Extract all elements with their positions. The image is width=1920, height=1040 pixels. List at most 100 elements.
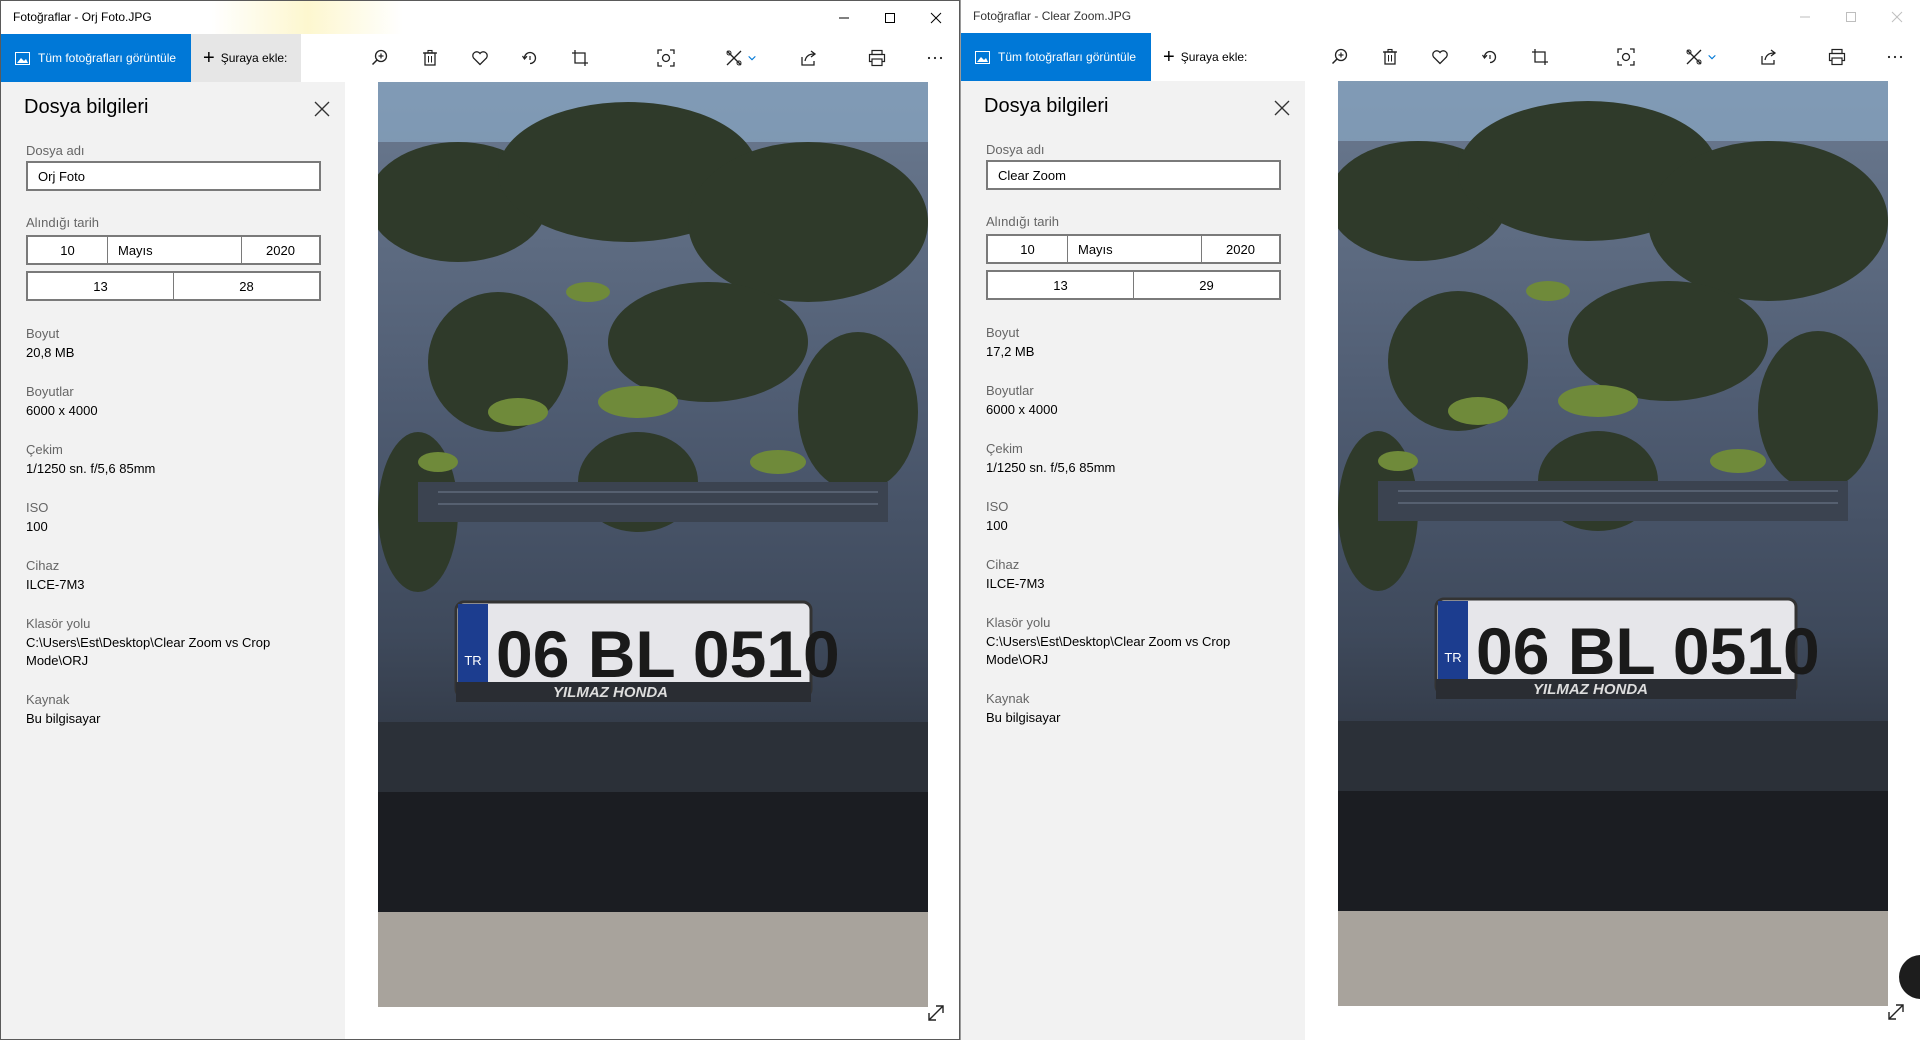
more-button[interactable]: [1883, 45, 1907, 69]
maximize-button[interactable]: [867, 1, 913, 34]
crop-icon: [1532, 49, 1548, 65]
day-field[interactable]: 10: [28, 237, 108, 263]
photo-viewer: TR 06 BL 0510 YILMAZ HONDA: [345, 82, 959, 1039]
zoom-icon: [371, 49, 388, 66]
plate-country-code: TR: [464, 653, 481, 668]
photo[interactable]: TR 06 BL 0510 YILMAZ HONDA: [378, 82, 928, 1007]
delete-icon: [1383, 48, 1397, 65]
photo[interactable]: TR 06 BL 0510 YILMAZ HONDA: [1338, 81, 1888, 1006]
month-field[interactable]: Mayıs: [108, 237, 242, 263]
enhance-button[interactable]: [1614, 45, 1638, 69]
year-field[interactable]: 2020: [1202, 236, 1279, 262]
date-picker[interactable]: 10 Mayıs 2020: [986, 234, 1281, 264]
dimensions-label: Boyutlar: [986, 383, 1034, 398]
crop-button[interactable]: [568, 46, 592, 70]
folder-path-label: Klasör yolu: [26, 616, 91, 631]
toolbar: Tüm fotoğrafları görüntüle + Şuraya ekle…: [961, 33, 1920, 81]
edit-create-button[interactable]: [721, 46, 761, 70]
add-to-label: Şuraya ekle:: [1180, 50, 1248, 64]
file-info-panel: Dosya bilgileri Dosya adı Orj Foto Alınd…: [1, 82, 345, 1039]
month-field[interactable]: Mayıs: [1068, 236, 1202, 262]
minimize-button[interactable]: [821, 1, 867, 34]
view-all-photos-label: Tüm fotoğrafları görüntüle: [998, 50, 1137, 64]
panel-heading: Dosya bilgileri: [24, 96, 149, 118]
picture-icon: [975, 50, 990, 64]
delete-icon: [423, 49, 437, 66]
plate-country-code: TR: [1444, 650, 1461, 665]
heart-icon: [1432, 50, 1448, 65]
year-field[interactable]: 2020: [242, 237, 319, 263]
maximize-button[interactable]: [1828, 0, 1874, 33]
source-label: Kaynak: [26, 692, 70, 707]
photos-window-orj: Fotoğraflar - Orj Foto.JPG Tüm fotoğrafl…: [0, 0, 960, 1040]
chevron-down-icon: [748, 55, 756, 61]
edit-icon: [726, 50, 742, 66]
size-value: 20,8 MB: [26, 345, 75, 360]
iso-label: ISO: [26, 500, 49, 515]
size-value: 17,2 MB: [986, 344, 1035, 359]
time-picker[interactable]: 13 29: [986, 270, 1281, 300]
edit-create-button[interactable]: [1681, 45, 1721, 69]
date-taken-label: Alındığı tarih: [986, 214, 1059, 229]
source-value: Bu bilgisayar: [26, 711, 101, 726]
dimensions-label: Boyutlar: [26, 384, 74, 399]
add-to-button[interactable]: + Şuraya ekle:: [1151, 33, 1261, 81]
shot-value: 1/1250 sn. f/5,6 85mm: [26, 461, 156, 476]
favorite-button[interactable]: [1428, 45, 1452, 69]
minute-field[interactable]: 28: [174, 273, 319, 299]
title-bar[interactable]: Fotoğraflar - Clear Zoom.JPG: [961, 0, 1920, 33]
zoom-icon: [1331, 48, 1348, 65]
rotate-button[interactable]: [1478, 45, 1502, 69]
title-bar[interactable]: Fotoğraflar - Orj Foto.JPG: [1, 1, 959, 34]
device-value: ILCE-7M3: [986, 576, 1045, 591]
add-to-button[interactable]: + Şuraya ekle:: [191, 34, 301, 82]
favorite-button[interactable]: [468, 46, 492, 70]
close-window-button[interactable]: [1874, 0, 1920, 33]
filename-input[interactable]: Clear Zoom: [986, 160, 1281, 190]
heart-icon: [472, 51, 488, 66]
delete-button[interactable]: [1378, 45, 1402, 69]
minimize-icon: [1800, 16, 1810, 17]
folder-path-label: Klasör yolu: [986, 615, 1051, 630]
share-button[interactable]: [1757, 45, 1781, 69]
expand-icon[interactable]: [1886, 1002, 1906, 1022]
view-all-photos-button[interactable]: Tüm fotoğrafları görüntüle: [1, 34, 191, 82]
minimize-button[interactable]: [1782, 0, 1828, 33]
device-value: ILCE-7M3: [26, 577, 85, 592]
time-picker[interactable]: 13 28: [26, 271, 321, 301]
view-all-photos-button[interactable]: Tüm fotoğrafları görüntüle: [961, 33, 1151, 81]
day-field[interactable]: 10: [988, 236, 1068, 262]
delete-button[interactable]: [418, 46, 442, 70]
date-picker[interactable]: 10 Mayıs 2020: [26, 235, 321, 265]
more-button[interactable]: [923, 46, 947, 70]
filename-input[interactable]: Orj Foto: [26, 161, 321, 191]
zoom-button[interactable]: [1328, 45, 1352, 69]
minute-field[interactable]: 29: [1134, 272, 1279, 298]
zoom-button[interactable]: [368, 46, 392, 70]
close-window-button[interactable]: [913, 1, 959, 34]
hour-field[interactable]: 13: [988, 272, 1134, 298]
date-taken-label: Alındığı tarih: [26, 215, 99, 230]
panel-heading: Dosya bilgileri: [984, 95, 1109, 117]
close-panel-icon[interactable]: [311, 98, 333, 120]
file-info-panel: Dosya bilgileri Dosya adı Clear Zoom Alı…: [961, 81, 1305, 1040]
size-label: Boyut: [986, 325, 1020, 340]
expand-icon[interactable]: [926, 1003, 946, 1023]
filename-label: Dosya adı: [26, 143, 85, 158]
close-panel-icon[interactable]: [1271, 97, 1293, 119]
dimensions-value: 6000 x 4000: [26, 403, 98, 418]
crop-button[interactable]: [1528, 45, 1552, 69]
iso-value: 100: [26, 519, 48, 534]
share-button[interactable]: [797, 46, 821, 70]
rotate-button[interactable]: [518, 46, 542, 70]
print-button[interactable]: [865, 46, 889, 70]
enhance-button[interactable]: [654, 46, 678, 70]
print-button[interactable]: [1825, 45, 1849, 69]
plus-icon: +: [203, 47, 215, 69]
hour-field[interactable]: 13: [28, 273, 174, 299]
print-icon: [1828, 48, 1846, 66]
photo-viewer: TR 06 BL 0510 YILMAZ HONDA: [1305, 81, 1920, 1040]
shot-label: Çekim: [26, 442, 63, 457]
device-label: Cihaz: [986, 557, 1020, 572]
add-to-label: Şuraya ekle:: [220, 51, 288, 65]
